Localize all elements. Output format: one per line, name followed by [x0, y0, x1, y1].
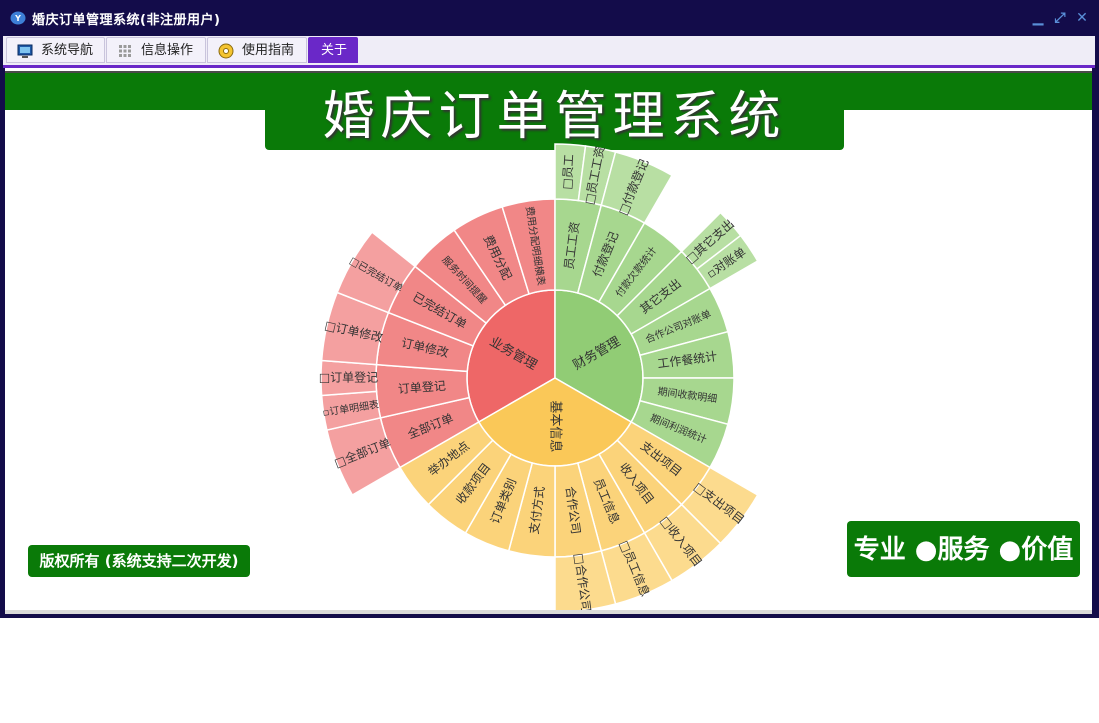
copyright-badge: 版权所有 (系统支持二次开发): [28, 545, 250, 577]
app-window: Y 婚庆订单管理系统(非注册用户) ▁ ⤢ ✕ 系统导航 信息操作 使用指南 关…: [0, 0, 1099, 618]
sunburst-sector-2-label: 基本信息: [548, 400, 564, 452]
status-strip: [5, 610, 1092, 614]
sunburst-sector-0-1-1-label: □订单登记: [319, 370, 378, 385]
sunburst-sector-1-0-0-label: □员工: [560, 154, 576, 190]
slogan-badge: 专业 ●服务 ●价值: [847, 521, 1080, 577]
